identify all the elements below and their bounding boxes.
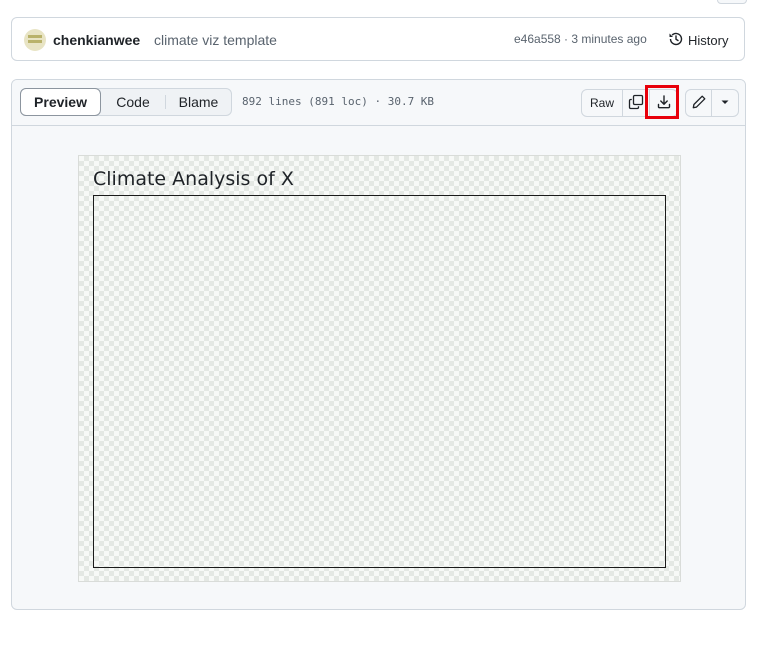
file-info: 892 lines (891 loc) · 30.7 KB xyxy=(242,95,435,108)
edit-file-button[interactable] xyxy=(686,90,712,116)
plot-title: Climate Analysis of X xyxy=(93,168,294,190)
raw-button[interactable]: Raw xyxy=(582,90,623,116)
commit-meta[interactable]: e46a558 · 3 minutes ago xyxy=(514,32,647,46)
avatar[interactable] xyxy=(24,29,46,51)
raw-copy-download-group: Raw xyxy=(581,85,679,119)
commit-message[interactable]: climate viz template xyxy=(154,32,277,48)
triangle-down-icon xyxy=(717,94,733,113)
download-icon xyxy=(656,94,672,113)
plot-area xyxy=(93,195,666,568)
edit-group xyxy=(685,89,739,117)
pencil-icon xyxy=(691,94,707,113)
download-raw-button[interactable] xyxy=(645,85,679,119)
top-button-stub xyxy=(717,0,747,4)
commit-author[interactable]: chenkianwee xyxy=(53,32,140,48)
more-edit-options-button[interactable] xyxy=(712,90,738,116)
tab-blame[interactable]: Blame xyxy=(166,89,231,115)
history-button[interactable]: History xyxy=(668,30,728,50)
view-mode-tabs: Preview Code Blame xyxy=(20,88,232,116)
copy-raw-button[interactable] xyxy=(623,90,650,116)
latest-commit-bar: chenkianwee climate viz template e46a558… xyxy=(11,17,745,61)
history-icon xyxy=(668,31,684,50)
history-label: History xyxy=(688,32,729,48)
copy-icon xyxy=(628,94,644,113)
tab-preview[interactable]: Preview xyxy=(20,88,101,116)
file-header: Preview Code Blame 892 lines (891 loc) ·… xyxy=(12,80,745,126)
image-preview: Climate Analysis of X xyxy=(78,155,681,582)
file-viewer: Preview Code Blame 892 lines (891 loc) ·… xyxy=(11,79,746,610)
tab-code[interactable]: Code xyxy=(101,89,165,115)
